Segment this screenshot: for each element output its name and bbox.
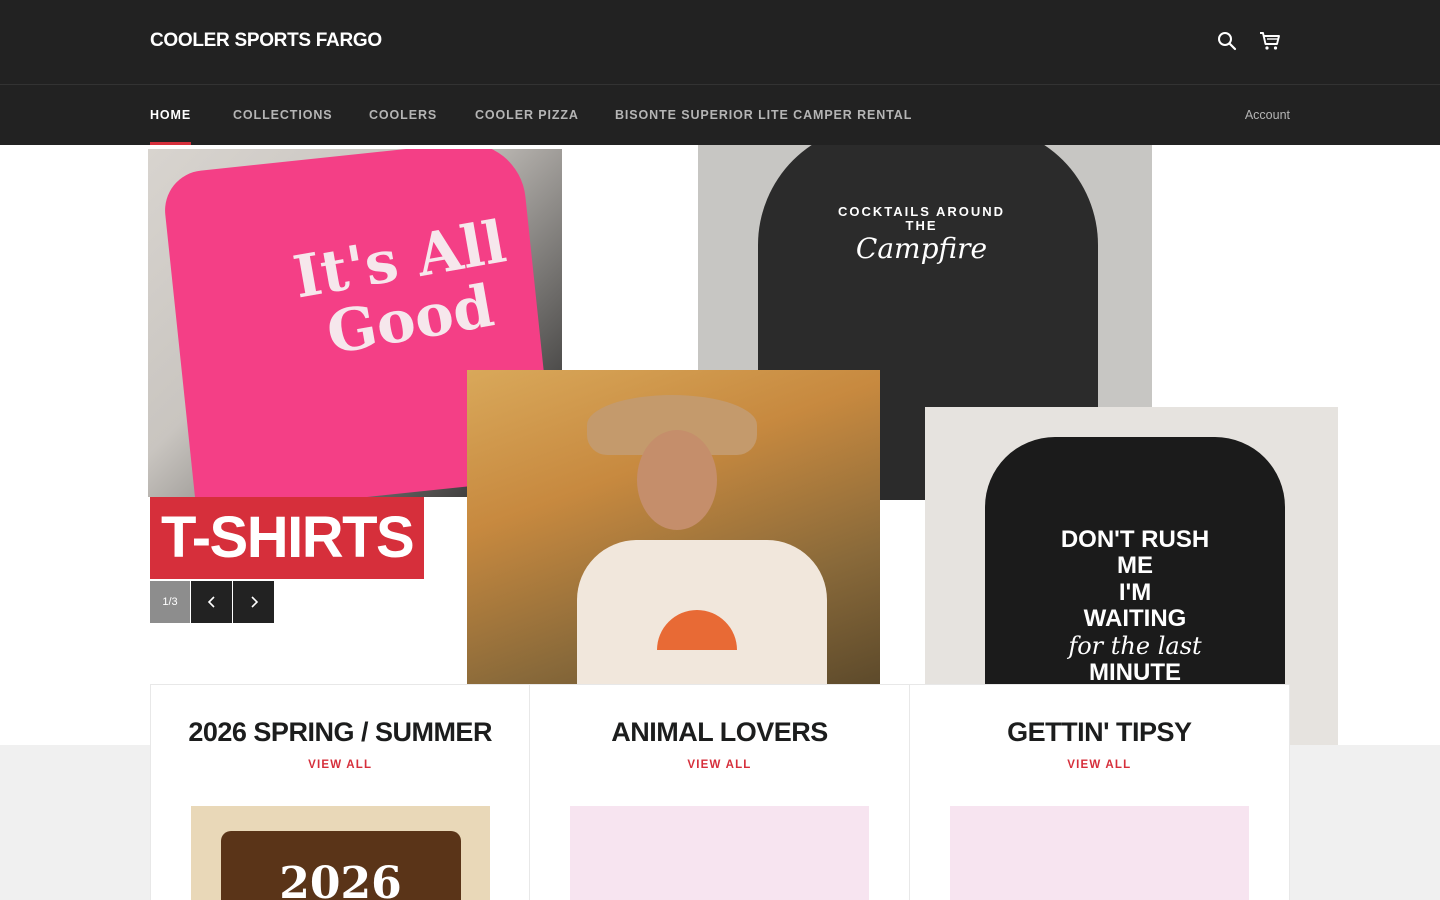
nav-item-home[interactable]: HOME — [150, 85, 192, 145]
slide-counter: 1/3 — [150, 581, 190, 623]
chevron-right-icon — [250, 596, 258, 608]
hoodie-print-top: COCKTAILS AROUND — [838, 204, 1006, 219]
slide-title[interactable]: T-SHIRTS — [150, 497, 425, 579]
view-all-link[interactable]: VIEW ALL — [151, 759, 529, 771]
hero-slideshow: It's All Good COCKTAILS AROUND THE Campf… — [0, 145, 1440, 745]
collection-image[interactable] — [570, 806, 870, 900]
nav-item-coolers[interactable]: COOLERS — [369, 85, 437, 145]
hoodie-print: COCKTAILS AROUND THE Campfire — [838, 204, 1006, 265]
main-nav: HOME COLLECTIONS COOLERS COOLER PIZZA BI… — [0, 85, 1440, 145]
nav-item-camper-rental[interactable]: BISONTE SUPERIOR LITE CAMPER RENTAL — [615, 85, 912, 145]
collection-card[interactable]: ANIMAL LOVERS VIEW ALL — [530, 685, 910, 900]
black-tee-line-3: WAITING — [1083, 605, 1187, 633]
site-logo[interactable]: COOLER SPORTS FARGO — [150, 30, 382, 52]
face-shape — [637, 430, 717, 530]
black-tee-line-1: DON'T RUSH ME — [1060, 526, 1210, 580]
account-link[interactable]: Account — [1245, 85, 1290, 145]
site-header: COOLER SPORTS FARGO — [0, 0, 1440, 85]
black-tee-line-2: I'M — [1118, 578, 1152, 606]
slide-next-button[interactable] — [233, 581, 274, 623]
chevron-left-icon — [207, 596, 215, 608]
collection-image[interactable]: 2026 — [191, 806, 490, 900]
view-all-link[interactable]: VIEW ALL — [910, 759, 1289, 771]
view-all-link[interactable]: VIEW ALL — [530, 759, 908, 771]
collection-grid: 2026 SPRING / SUMMER VIEW ALL 2026 ANIMA… — [150, 684, 1290, 900]
collection-title[interactable]: GETTIN' TIPSY — [910, 717, 1289, 748]
hoodie-print-script: Campfire — [855, 231, 988, 265]
cart-icon[interactable] — [1257, 28, 1283, 54]
black-tee-line-5: MINUTE — [1089, 658, 1181, 686]
collection-card[interactable]: GETTIN' TIPSY VIEW ALL — [910, 685, 1289, 900]
hat-woman-photo — [467, 370, 880, 684]
collection-title[interactable]: 2026 SPRING / SUMMER — [151, 717, 529, 748]
collection-card[interactable]: 2026 SPRING / SUMMER VIEW ALL 2026 — [151, 685, 531, 900]
slide-prev-button[interactable] — [191, 581, 232, 623]
search-icon[interactable] — [1214, 28, 1240, 54]
nav-item-cooler-pizza[interactable]: COOLER PIZZA — [475, 85, 579, 145]
sign-year-text: 2026 — [279, 858, 402, 900]
black-tee-line-4: for the last — [1055, 631, 1215, 660]
collection-title[interactable]: ANIMAL LOVERS — [530, 717, 908, 748]
black-tee-print: DON'T RUSH ME I'M WAITING for the last M… — [1055, 526, 1215, 686]
collection-image[interactable] — [949, 806, 1249, 900]
nav-item-collections[interactable]: COLLECTIONS — [233, 85, 332, 145]
black-tee-script: for the last — [1068, 631, 1202, 660]
